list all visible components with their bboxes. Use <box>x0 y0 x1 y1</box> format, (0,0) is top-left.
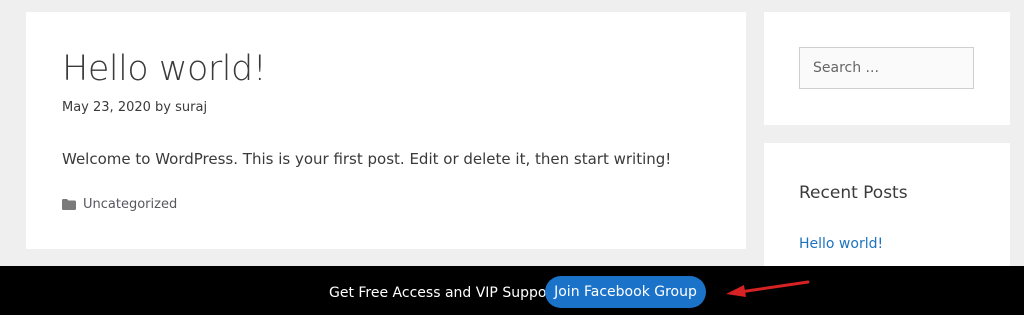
promo-text: Get Free Access and VIP Support <box>329 285 558 301</box>
recent-posts-title: Recent Posts <box>799 183 908 203</box>
post-author-link[interactable]: suraj <box>175 100 207 115</box>
folder-icon <box>62 199 76 210</box>
recent-post-link[interactable]: Hello world! <box>799 236 883 252</box>
recent-posts-widget: Recent Posts Hello world! <box>764 143 1010 283</box>
post-card: Hello world! May 23, 2020 by suraj Welco… <box>26 12 746 249</box>
search-widget <box>764 12 1010 125</box>
join-facebook-group-button[interactable]: Join Facebook Group <box>545 276 706 308</box>
post-title[interactable]: Hello world! <box>62 50 267 89</box>
red-arrow-icon <box>726 280 810 297</box>
promo-bar: Get Free Access and VIP Support Join Fac… <box>0 266 1024 315</box>
post-footer: Uncategorized <box>62 197 177 212</box>
post-meta: May 23, 2020 by suraj <box>62 100 207 115</box>
post-by-label: by <box>155 100 171 115</box>
post-excerpt: Welcome to WordPress. This is your first… <box>62 150 672 168</box>
category-link[interactable]: Uncategorized <box>83 197 177 212</box>
post-date[interactable]: May 23, 2020 <box>62 100 151 115</box>
search-input[interactable] <box>799 47 974 89</box>
